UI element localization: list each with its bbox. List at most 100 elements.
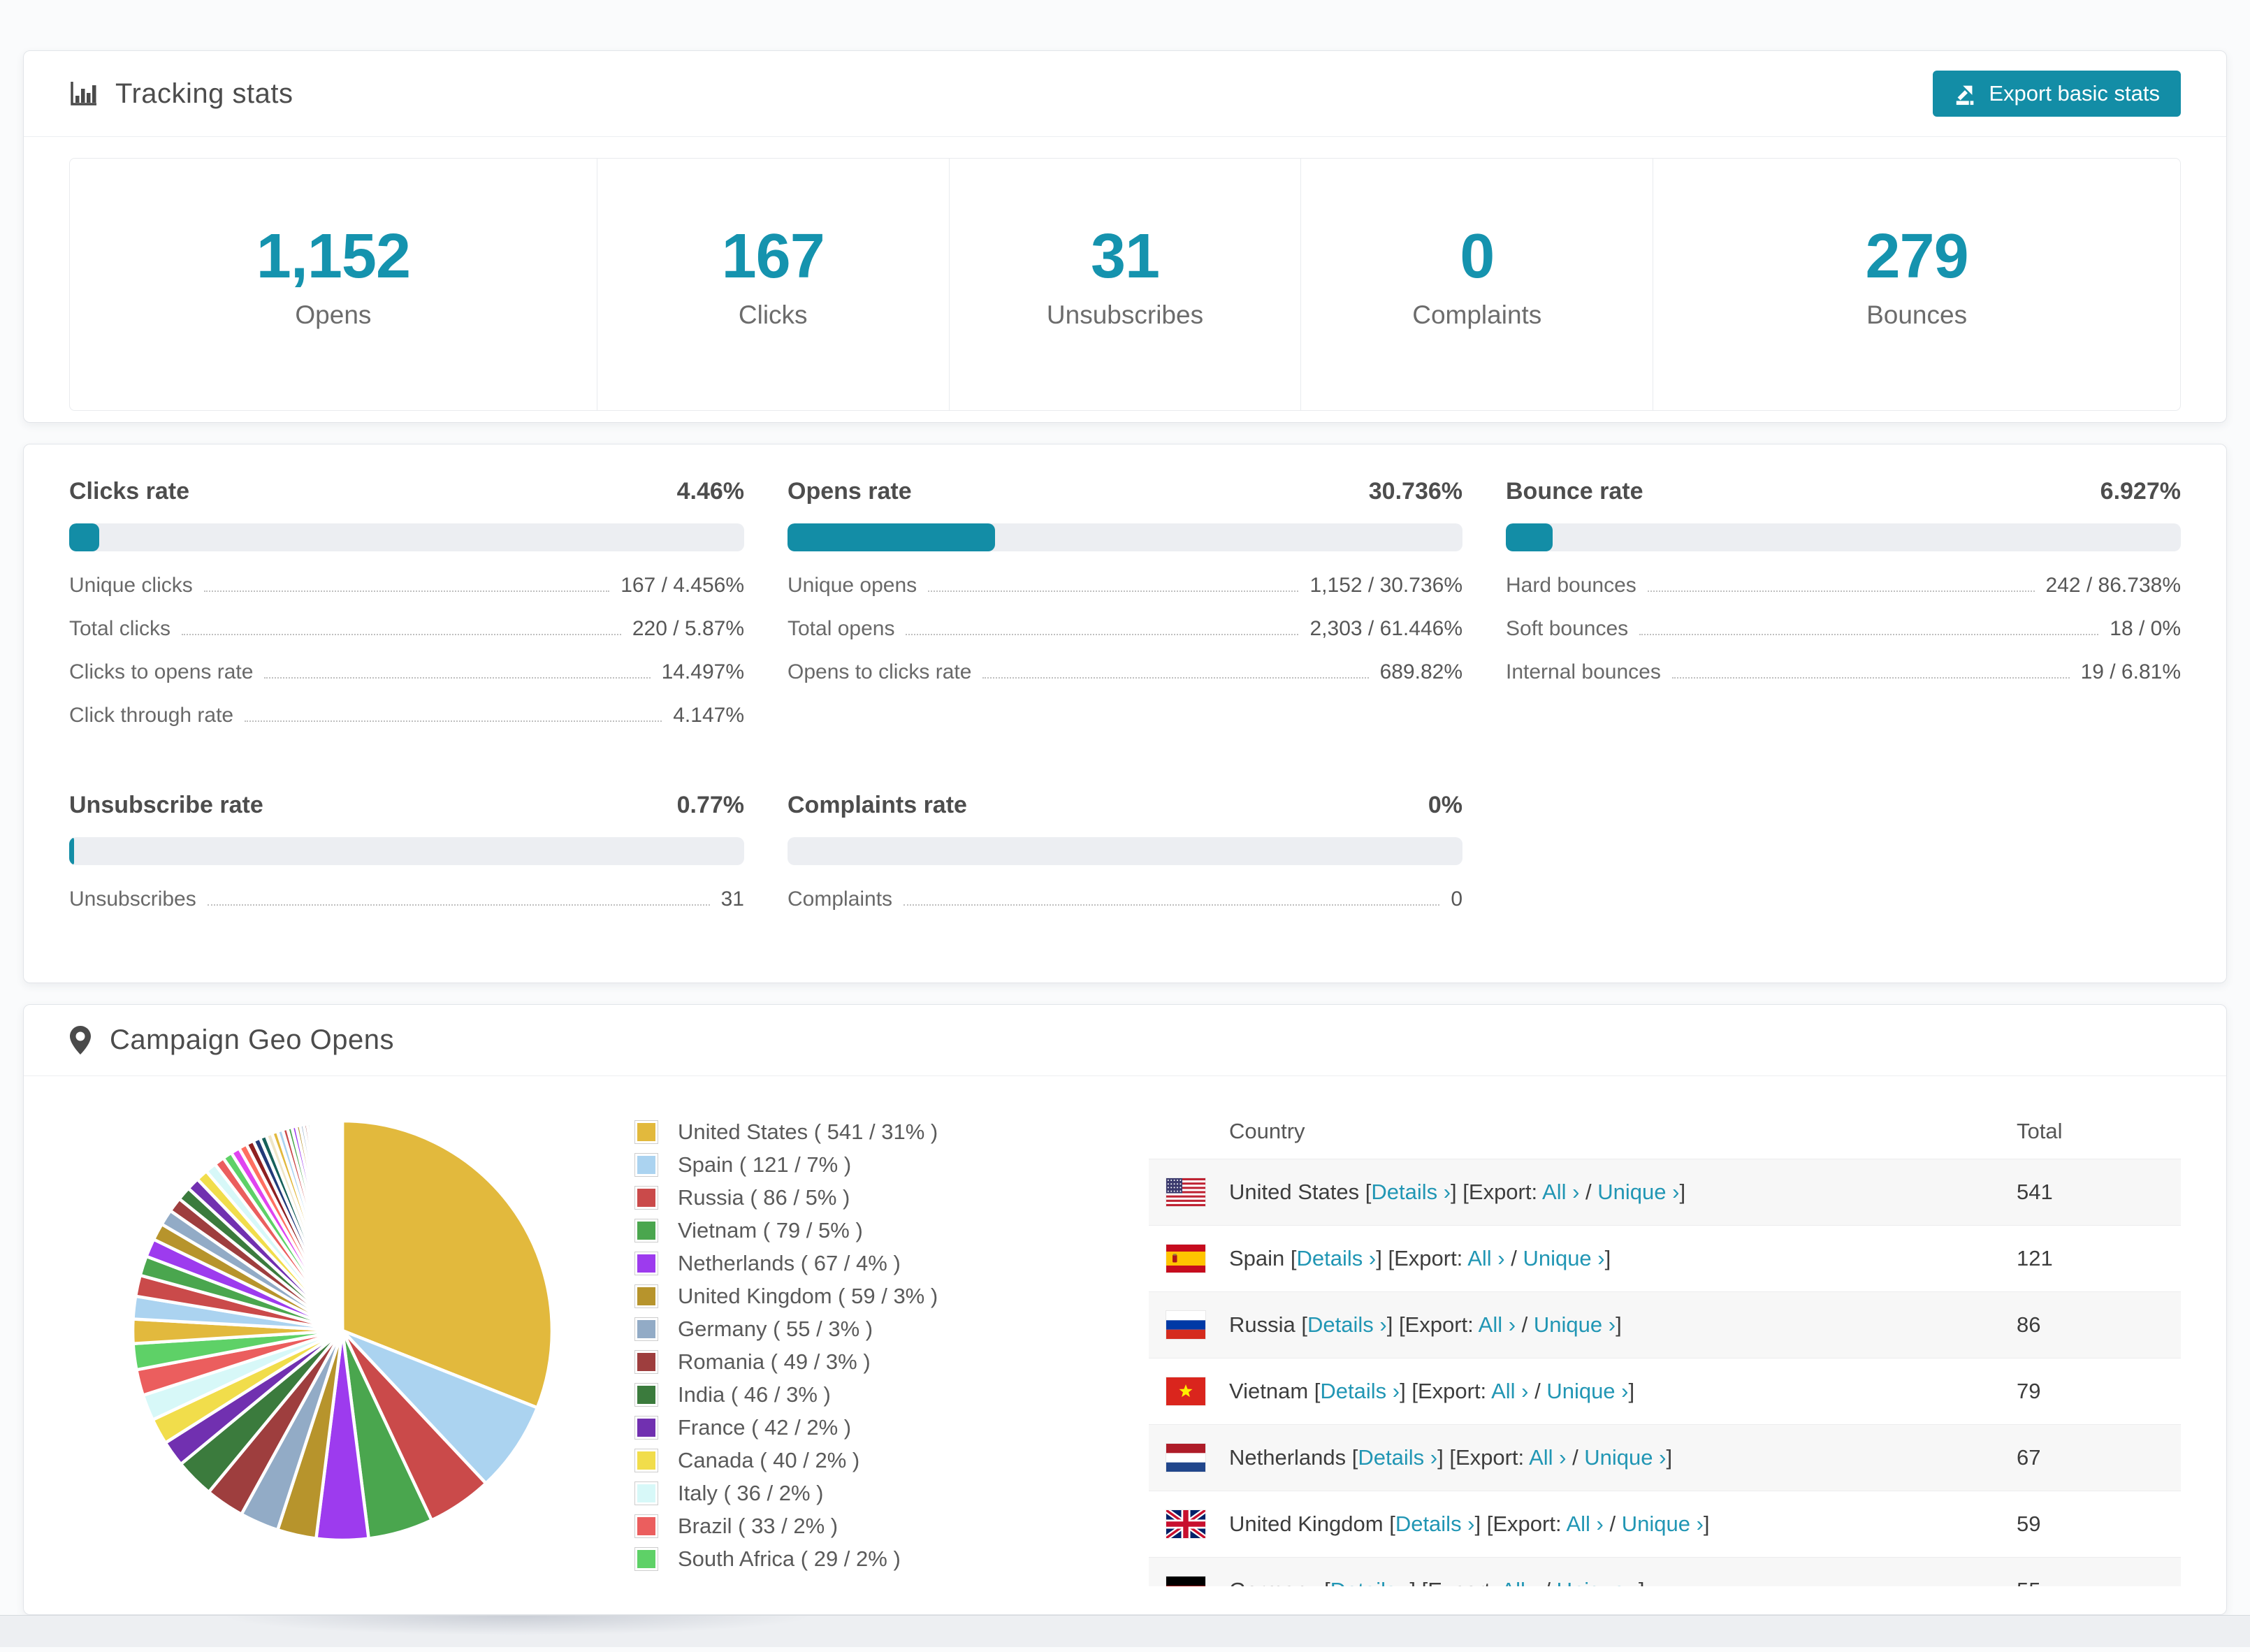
dotted-leader bbox=[245, 720, 662, 722]
legend-swatch bbox=[634, 1317, 658, 1341]
legend-item-germany[interactable]: Germany ( 55 / 3% ) bbox=[634, 1317, 938, 1342]
export-all-link[interactable]: All › bbox=[1491, 1379, 1528, 1403]
legend-item-canada[interactable]: Canada ( 40 / 2% ) bbox=[634, 1448, 938, 1473]
rate-block-opens-rate: Opens rate 30.736% Unique opens 1,152 / 30.… bbox=[788, 478, 1462, 737]
legend-item-united-kingdom[interactable]: United Kingdom ( 59 / 3% ) bbox=[634, 1284, 938, 1309]
separator: / bbox=[1579, 1180, 1598, 1204]
geo-header: Campaign Geo Opens bbox=[24, 1005, 2226, 1076]
legend-label: United States ( 541 / 31% ) bbox=[678, 1120, 938, 1144]
legend-label: South Africa ( 29 / 2% ) bbox=[678, 1546, 901, 1571]
stat-label: Clicks bbox=[738, 300, 808, 329]
legend-swatch bbox=[634, 1481, 658, 1505]
rate-progress-bar bbox=[69, 837, 744, 865]
rate-stat-label: Clicks to opens rate bbox=[69, 660, 254, 683]
legend-item-romania[interactable]: Romania ( 49 / 3% ) bbox=[634, 1349, 938, 1375]
export-all-link[interactable]: All › bbox=[1566, 1512, 1603, 1536]
export-unique-link[interactable]: Unique › bbox=[1584, 1445, 1666, 1470]
rates-card: Clicks rate 4.46% Unique clicks 167 / 4.456… bbox=[23, 444, 2227, 983]
legend-swatch bbox=[634, 1120, 658, 1144]
export-unique-link[interactable]: Unique › bbox=[1546, 1379, 1628, 1403]
legend-item-netherlands[interactable]: Netherlands ( 67 / 4% ) bbox=[634, 1251, 938, 1276]
rate-stat-row: Internal bounces 19 / 6.81% bbox=[1506, 651, 2181, 694]
legend-item-united-states[interactable]: United States ( 541 / 31% ) bbox=[634, 1120, 938, 1145]
legend-item-france[interactable]: France ( 42 / 2% ) bbox=[634, 1415, 938, 1440]
stat-boxes-row: 1,152 Opens 167 Clicks 31 Unsubscribes 0 Compla… bbox=[69, 158, 2181, 411]
dotted-leader bbox=[1671, 677, 2070, 679]
legend-label: Russia ( 86 / 5% ) bbox=[678, 1185, 850, 1210]
rate-stat-label: Soft bounces bbox=[1506, 617, 1629, 640]
legend-swatch bbox=[634, 1153, 658, 1177]
export-unique-link[interactable]: Unique › bbox=[1622, 1512, 1704, 1536]
de-flag-icon bbox=[1166, 1577, 1205, 1586]
stat-box-complaints: 0 Complaints bbox=[1301, 159, 1654, 410]
country-total: 86 bbox=[2017, 1312, 2041, 1337]
legend-label: Canada ( 40 / 2% ) bbox=[678, 1448, 860, 1472]
stat-value: 167 bbox=[721, 222, 825, 291]
export-prefix: [Export: bbox=[1462, 1180, 1543, 1204]
export-unique-link[interactable]: Unique › bbox=[1523, 1246, 1604, 1270]
rate-stat-value: 2,303 / 61.446% bbox=[1309, 617, 1462, 640]
rate-value: 0.77% bbox=[676, 792, 744, 818]
country-total: 79 bbox=[2017, 1379, 2041, 1403]
country-name: Spain bbox=[1229, 1246, 1285, 1270]
export-unique-link[interactable]: Unique › bbox=[1597, 1180, 1679, 1204]
rate-stat-row: Soft bounces 18 / 0% bbox=[1506, 607, 2181, 651]
rate-stat-value: 689.82% bbox=[1379, 660, 1462, 683]
legend-item-italy[interactable]: Italy ( 36 / 2% ) bbox=[634, 1481, 938, 1506]
rate-value: 30.736% bbox=[1368, 478, 1462, 505]
legend-label: Germany ( 55 / 3% ) bbox=[678, 1317, 873, 1341]
legend-swatch bbox=[634, 1514, 658, 1538]
export-prefix: [Export: bbox=[1422, 1578, 1502, 1586]
export-all-link[interactable]: All › bbox=[1529, 1445, 1566, 1470]
rate-title: Complaints rate bbox=[788, 792, 967, 818]
export-unique-link[interactable]: Unique › bbox=[1534, 1312, 1616, 1337]
export-icon bbox=[1957, 85, 1974, 106]
rate-title: Clicks rate bbox=[69, 478, 189, 505]
legend-item-india[interactable]: India ( 46 / 3% ) bbox=[634, 1382, 938, 1407]
rate-stat-row: Unique clicks 167 / 4.456% bbox=[69, 564, 744, 607]
details-link[interactable]: Details › bbox=[1395, 1512, 1475, 1536]
export-basic-stats-button[interactable]: Export basic stats bbox=[1933, 71, 2181, 117]
rate-stat-label: Total opens bbox=[788, 617, 895, 640]
country-name: Vietnam bbox=[1229, 1379, 1309, 1403]
details-link[interactable]: Details › bbox=[1358, 1445, 1437, 1470]
details-link[interactable]: Details › bbox=[1320, 1379, 1400, 1403]
geo-table-header-row: Country Total bbox=[1149, 1104, 2181, 1159]
legend-swatch bbox=[634, 1284, 658, 1308]
export-all-link[interactable]: All › bbox=[1542, 1180, 1579, 1204]
total-column-header: Total bbox=[2017, 1119, 2063, 1143]
country-column-header: Country bbox=[1229, 1119, 1305, 1143]
tracking-stats-title-text: Tracking stats bbox=[115, 78, 293, 109]
legend-item-brazil[interactable]: Brazil ( 33 / 2% ) bbox=[634, 1514, 938, 1539]
country-name: United States bbox=[1229, 1180, 1360, 1204]
stat-label: Complaints bbox=[1412, 300, 1542, 329]
table-row-vn: Vietnam [Details ›] [Export: All › / Uni… bbox=[1149, 1358, 2181, 1424]
details-link[interactable]: Details › bbox=[1371, 1180, 1451, 1204]
stat-value: 31 bbox=[1090, 222, 1160, 291]
dotted-leader bbox=[903, 904, 1440, 906]
legend-item-south-africa[interactable]: South Africa ( 29 / 2% ) bbox=[634, 1546, 938, 1572]
tracking-stats-card: Tracking stats Export basic stats 1,152 O… bbox=[23, 50, 2227, 423]
rate-stat-value: 31 bbox=[720, 887, 744, 911]
rate-stat-value: 242 / 86.738% bbox=[2045, 574, 2182, 597]
rate-stat-label: Unique opens bbox=[788, 574, 917, 597]
table-row-us: United States [Details ›] [Export: All ›… bbox=[1149, 1159, 2181, 1225]
details-link[interactable]: Details › bbox=[1297, 1246, 1377, 1270]
dotted-leader bbox=[928, 590, 1299, 592]
legend-item-spain[interactable]: Spain ( 121 / 7% ) bbox=[634, 1152, 938, 1178]
country-total: 59 bbox=[2017, 1512, 2041, 1536]
legend-item-vietnam[interactable]: Vietnam ( 79 / 5% ) bbox=[634, 1218, 938, 1243]
rate-stat-value: 4.147% bbox=[673, 704, 744, 727]
dotted-leader bbox=[1647, 590, 2035, 592]
legend-item-russia[interactable]: Russia ( 86 / 5% ) bbox=[634, 1185, 938, 1210]
export-all-link[interactable]: All › bbox=[1467, 1246, 1504, 1270]
tracking-stats-header: Tracking stats Export basic stats bbox=[24, 51, 2226, 137]
details-link[interactable]: Details › bbox=[1330, 1578, 1410, 1586]
legend-label: India ( 46 / 3% ) bbox=[678, 1382, 831, 1407]
details-link[interactable]: Details › bbox=[1307, 1312, 1387, 1337]
export-all-link[interactable]: All › bbox=[1479, 1312, 1516, 1337]
rate-stat-label: Complaints bbox=[788, 887, 893, 911]
legend-swatch bbox=[634, 1449, 658, 1472]
export-unique-link[interactable]: Unique › bbox=[1557, 1578, 1639, 1586]
export-all-link[interactable]: All › bbox=[1501, 1578, 1538, 1586]
